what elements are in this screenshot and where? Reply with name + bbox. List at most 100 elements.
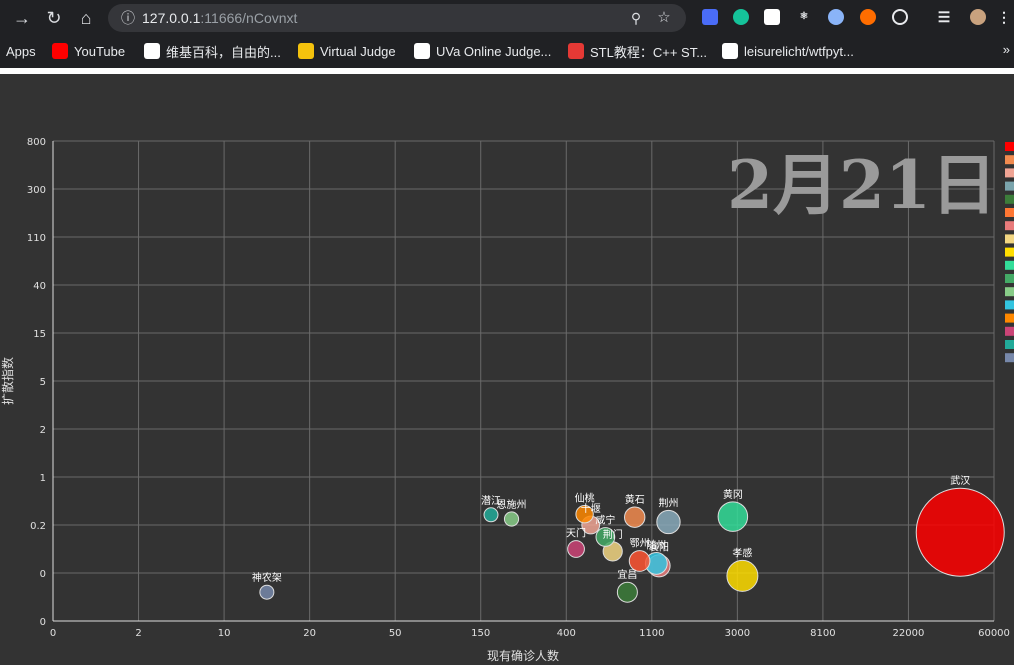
wikipedia-icon	[144, 43, 160, 59]
y-tick-label: 300	[27, 185, 46, 196]
y-tick-label: 5	[40, 377, 46, 388]
bookmark-label: UVa Online Judge...	[436, 43, 552, 59]
legend-swatch	[1005, 247, 1014, 257]
bubble-point	[915, 487, 1005, 577]
bookmark-label: YouTube	[74, 43, 126, 59]
y-tick-label: 40	[33, 281, 46, 292]
bubble-point	[726, 559, 759, 592]
bubble-point	[628, 550, 651, 572]
browser-toolbar: → ↻ ⌂ ⓘ 127.0.0.1:11666/nCovnxt ⚲ ☆ ⚛ ☰ …	[0, 0, 1014, 36]
y-tick-label: 0	[40, 617, 46, 628]
bubble-label: 仙桃	[575, 492, 595, 505]
legend-swatch	[1005, 353, 1014, 363]
jetbrains-icon[interactable]	[764, 9, 780, 25]
legend-swatch	[1005, 234, 1014, 244]
x-tick-label: 2	[135, 628, 141, 639]
bookmark-label: leisurelicht/wtfpyt...	[744, 43, 854, 59]
home-icon[interactable]: ⌂	[74, 6, 98, 30]
c-logo-icon	[568, 43, 584, 59]
legend-swatch	[1005, 155, 1014, 165]
y-axis-title: 扩散指数	[0, 357, 15, 405]
x-tick-label: 22000	[893, 628, 925, 639]
y-tick-label: 0	[40, 569, 46, 580]
globe-icon	[414, 43, 430, 59]
grammarly-icon[interactable]	[733, 9, 749, 25]
profile-avatar-icon[interactable]	[970, 9, 986, 25]
bubble-point	[503, 511, 520, 527]
bubble-labels: 武汉孝感黄冈荆州襄阳随州鄂州黄石宜昌荆门咸宁十堰仙桃天门恩施州潜江神农架	[252, 474, 970, 584]
bookmark-item[interactable]: Virtual Judge	[298, 42, 396, 60]
legend-swatch	[1005, 142, 1014, 151]
bookmarks-overflow-chevron-icon[interactable]: »	[1003, 42, 1010, 57]
bookmark-star-icon[interactable]: ☆	[654, 8, 674, 28]
x-tick-label: 3000	[725, 628, 750, 639]
bubble-point	[567, 540, 585, 558]
address-bar[interactable]: ⓘ 127.0.0.1:11666/nCovnxt ⚲ ☆	[108, 4, 686, 32]
x-tick-label: 8100	[810, 628, 835, 639]
bubble-point	[259, 584, 275, 600]
bubble-label: 天门	[566, 527, 586, 540]
virtual-judge-icon	[298, 43, 314, 59]
bubble-label: 黄石	[625, 493, 645, 506]
bubble-chart: 0 2 10 20 50 150 400 1100 3000 8100 22000 60000000.…	[0, 137, 1014, 663]
bookmark-item[interactable]: 维基百科，自由的...	[144, 42, 281, 60]
reload-icon[interactable]: ↻	[42, 6, 66, 30]
bubble-point	[624, 506, 646, 528]
media-queue-icon[interactable]: ☰	[936, 9, 952, 25]
chart-legend	[1005, 142, 1014, 363]
x-tick-label: 0	[50, 628, 56, 639]
github-icon	[722, 43, 738, 59]
y-tick-label: 15	[33, 329, 46, 340]
bubble-label: 荆门	[603, 528, 623, 541]
x-tick-label: 50	[389, 628, 402, 639]
legend-swatch	[1005, 340, 1014, 349]
bookmark-item[interactable]: Apps	[6, 42, 36, 60]
youtube-icon	[52, 43, 68, 59]
bubble-point	[656, 509, 681, 535]
x-tick-label: 10	[218, 628, 231, 639]
x-tick-label: 1100	[639, 628, 664, 639]
url-text[interactable]: 127.0.0.1:11666/nCovnxt	[142, 4, 297, 32]
bubble-label: 咸宁	[595, 514, 615, 527]
zoom-search-icon[interactable]: ⚲	[626, 8, 646, 28]
menu-kebab-icon[interactable]: ⋮	[996, 9, 1012, 25]
bookmarks-bar: Apps YouTube 维基百科，自由的... Virtual Judge UVa O…	[0, 36, 1014, 66]
legend-swatch	[1005, 300, 1014, 310]
back-arrow-icon[interactable]: →	[10, 6, 34, 30]
extension-blue-icon[interactable]	[702, 9, 718, 25]
info-icon[interactable]: ⓘ	[118, 8, 138, 28]
y-tick-label: 110	[27, 233, 46, 244]
react-devtools-icon[interactable]: ⚛	[796, 9, 812, 25]
bubble-label: 鄂州	[630, 538, 650, 550]
bookmark-label: Apps	[6, 43, 36, 59]
legend-swatch	[1005, 313, 1014, 323]
legend-swatch	[1005, 326, 1014, 336]
extension-target-icon[interactable]	[892, 9, 908, 25]
legend-swatch	[1005, 168, 1014, 178]
bubble-label: 神农架	[252, 571, 282, 584]
url-path: :11666/nCovnxt	[200, 10, 298, 26]
url-host: 127.0.0.1	[142, 10, 201, 26]
bookmark-item[interactable]: leisurelicht/wtfpyt...	[722, 42, 854, 60]
bookmark-item[interactable]: STL教程：C++ ST...	[568, 42, 707, 60]
y-tick-label: 1	[40, 473, 46, 484]
x-axis-title: 现有确诊人数	[487, 648, 559, 663]
bubble-point	[717, 501, 749, 532]
extension-orange-icon[interactable]	[860, 9, 876, 25]
legend-swatch	[1005, 181, 1014, 191]
x-tick-label: 20	[303, 628, 316, 639]
bubble-label: 潜江	[481, 494, 501, 507]
y-tick-label: 0.2	[30, 521, 46, 532]
legend-swatch	[1005, 287, 1014, 297]
y-tick-label: 2	[40, 425, 46, 436]
bookmark-label: 维基百科，自由的...	[166, 44, 281, 60]
extension-circle-icon[interactable]	[828, 9, 844, 25]
bubble-label: 荆州	[658, 496, 678, 509]
bookmark-item[interactable]: UVa Online Judge...	[414, 42, 551, 60]
bookmark-item[interactable]: YouTube	[52, 42, 125, 60]
x-tick-label: 150	[471, 628, 490, 639]
legend-swatch	[1005, 274, 1014, 283]
legend-swatch	[1005, 260, 1014, 270]
browser-chrome: → ↻ ⌂ ⓘ 127.0.0.1:11666/nCovnxt ⚲ ☆ ⚛ ☰ …	[0, 0, 1014, 70]
bubble-label: 武汉	[950, 474, 970, 487]
